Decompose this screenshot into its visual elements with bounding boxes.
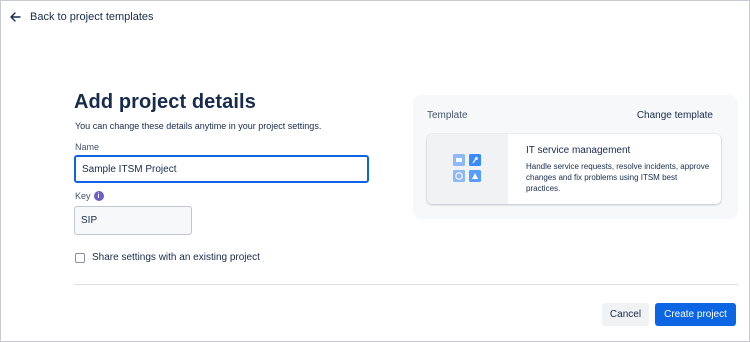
cancel-button[interactable]: Cancel [602, 303, 649, 326]
key-label: Key [75, 191, 91, 201]
create-project-button[interactable]: Create project [655, 303, 736, 326]
arrow-left-icon [10, 12, 21, 22]
share-settings-option[interactable]: Share settings with an existing project [75, 252, 260, 263]
share-settings-checkbox[interactable] [75, 252, 85, 263]
project-key-input[interactable]: SIP [74, 206, 192, 235]
page-subtitle: You can change these details anytime in … [75, 121, 322, 131]
template-card: IT service management Handle service req… [427, 134, 721, 204]
project-name-input[interactable]: Sample ITSM Project [74, 155, 369, 183]
back-to-templates-link[interactable]: Back to project templates [10, 11, 154, 23]
back-link-label: Back to project templates [30, 11, 154, 23]
name-label: Name [75, 142, 100, 152]
template-illustration [427, 134, 508, 204]
key-label-row: Key i [75, 191, 104, 201]
template-label: Template [427, 110, 468, 121]
change-template-button[interactable]: Change template [637, 110, 713, 121]
page-title: Add project details [74, 91, 256, 113]
template-card-title: IT service management [526, 145, 631, 156]
share-settings-label: Share settings with an existing project [92, 252, 260, 263]
info-icon[interactable]: i [93, 191, 104, 201]
footer-divider [74, 284, 738, 285]
template-card-description: Handle service requests, resolve inciden… [526, 162, 710, 193]
